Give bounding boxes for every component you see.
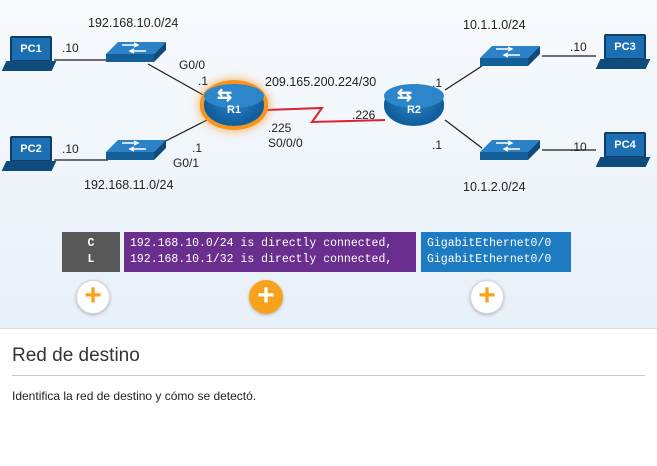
interface-g01-label: G0/1 xyxy=(173,156,200,170)
pc2-label: PC2 xyxy=(10,136,52,162)
switch-icon xyxy=(106,42,166,62)
pc4-icon: PC4 xyxy=(595,130,652,172)
r1-serial-host-label: .225 xyxy=(268,121,292,135)
info-panel: Red de destino Identifica la red de dest… xyxy=(0,328,657,466)
panel-text: Identifica la red de destino y cómo se d… xyxy=(12,389,257,403)
pc1-label: PC1 xyxy=(10,36,52,62)
route-code: C xyxy=(87,237,95,250)
router-r2-label: R2 xyxy=(406,104,422,116)
route-codes: C L xyxy=(62,232,120,272)
switch-icon xyxy=(480,140,540,160)
interface-s000-label: S0/0/0 xyxy=(268,136,303,150)
route-interfaces: GigabitEthernet0/0 GigabitEthernet0/0 xyxy=(421,232,571,272)
topology-diagram: PC1 PC2 PC3 PC4 ⇆ R1 ⇆ R2 192.168.10.0/2… xyxy=(0,0,657,328)
network-lan2-label: 192.168.11.0/24 xyxy=(84,178,174,192)
route-interface: GigabitEthernet0/0 xyxy=(427,253,552,266)
route-entry: 192.168.10.0/24 is directly connected, xyxy=(130,237,393,250)
pc2-host-label: .10 xyxy=(62,142,79,156)
r1-g01-host-label: .1 xyxy=(192,141,203,155)
plus-icon[interactable] xyxy=(470,279,504,314)
pc2-icon: PC2 xyxy=(1,134,58,176)
pc4-label: PC4 xyxy=(604,132,646,158)
route-entry: 192.168.10.1/32 is directly connected, xyxy=(130,253,393,266)
router-r1-label: R1 xyxy=(226,104,242,116)
pc3-host-label: .10 xyxy=(570,40,587,54)
pc1-host-label: .10 xyxy=(62,41,79,55)
network-wan-label: 209.165.200.224/30 xyxy=(265,75,377,89)
r2-top-host-label: .1 xyxy=(432,76,443,90)
route-networks: 192.168.10.0/24 is directly connected, 1… xyxy=(124,232,416,272)
pc1-icon: PC1 xyxy=(1,34,58,76)
r2-serial-host-label: .226 xyxy=(352,108,376,122)
pc4-host-label: .10 xyxy=(570,140,587,154)
plus-icon[interactable] xyxy=(76,279,110,314)
r2-bottom-host-label: .1 xyxy=(432,138,443,152)
network-lan4-label: 10.1.2.0/24 xyxy=(463,180,526,194)
interface-g00-label: G0/0 xyxy=(179,58,206,72)
r1-g00-host-label: .1 xyxy=(198,74,209,88)
panel-divider xyxy=(12,375,645,376)
network-lan1-label: 192.168.10.0/24 xyxy=(88,16,179,30)
network-lan3-label: 10.1.1.0/24 xyxy=(463,18,526,32)
switch-icon xyxy=(106,140,166,160)
route-code: L xyxy=(87,253,95,266)
route-interface: GigabitEthernet0/0 xyxy=(427,237,552,250)
pc3-icon: PC3 xyxy=(595,32,652,74)
plus-icon[interactable] xyxy=(249,279,283,314)
panel-title: Red de destino xyxy=(12,345,140,366)
switch-icon xyxy=(480,46,540,66)
pc3-label: PC3 xyxy=(604,34,646,60)
router-r1-icon: ⇆ R1 xyxy=(201,78,267,134)
